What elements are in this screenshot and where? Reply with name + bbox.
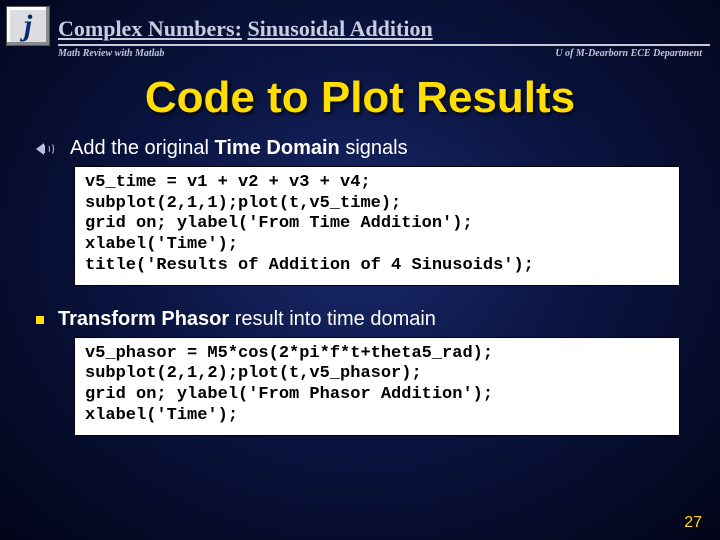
sub-header: Math Review with Matlab U of M-Dearborn … — [0, 46, 720, 59]
bullet-row-2: Transform Phasor result into time domain — [36, 308, 720, 331]
header-bar: j Complex Numbers: Sinusoidal Addition — [0, 0, 720, 46]
bullet1-bold: Time Domain — [215, 137, 340, 159]
bullet2-bold: Transform Phasor — [58, 308, 229, 330]
bullet2-post: result into time domain — [229, 308, 436, 330]
logo-j: j — [6, 6, 50, 46]
slide-title: Code to Plot Results — [0, 73, 720, 123]
header-title-wrap: Complex Numbers: Sinusoidal Addition — [58, 16, 710, 46]
bullet1-post: signals — [340, 137, 408, 159]
sub-left: Math Review with Matlab — [58, 48, 164, 59]
page-number: 27 — [684, 514, 702, 532]
code-block-2: v5_phasor = M5*cos(2*pi*f*t+theta5_rad);… — [74, 337, 680, 436]
code-block-1: v5_time = v1 + v2 + v3 + v4; subplot(2,1… — [74, 166, 680, 286]
header-title: Complex Numbers: Sinusoidal Addition — [58, 16, 433, 41]
bullet-2-text: Transform Phasor result into time domain — [58, 308, 436, 331]
bullet-row-1: Add the original Time Domain signals — [36, 137, 720, 160]
sub-right: U of M-Dearborn ECE Department — [555, 48, 702, 59]
header-title-right: Sinusoidal Addition — [247, 16, 432, 41]
bullet-1-text: Add the original Time Domain signals — [70, 137, 408, 160]
speaker-icon — [36, 140, 56, 158]
logo-letter: j — [24, 9, 32, 43]
square-bullet-icon — [36, 316, 44, 324]
bullet1-pre: Add the original — [70, 137, 215, 159]
header-title-left: Complex Numbers: — [58, 16, 242, 41]
